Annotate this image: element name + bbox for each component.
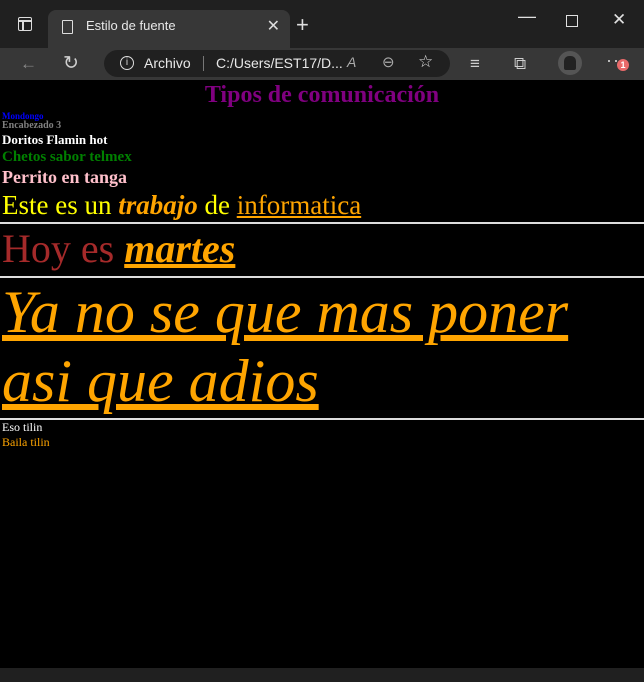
title-bar: Estilo de fuente ✕ + — ✕ <box>0 0 644 48</box>
underlined-text: informatica <box>236 190 362 220</box>
browser-toolbar: ← ↻ i Archivo C:/Users/EST17/D... A ⊖ ☆ … <box>0 48 644 80</box>
browser-tab[interactable]: Estilo de fuente ✕ <box>48 10 290 48</box>
maximize-button[interactable] <box>566 15 578 27</box>
small-text-1: Eso tilin <box>2 420 43 434</box>
favorites-icon[interactable]: ≡ <box>470 54 480 74</box>
heading-2: Perrito en tanga <box>2 167 127 187</box>
emphasis-text: trabajo <box>118 190 198 220</box>
paragraph-trabajo: Este es un trabajo de informatica <box>2 190 644 220</box>
notification-badge: 1 <box>617 59 629 71</box>
new-tab-button[interactable]: + <box>296 12 309 38</box>
refresh-button[interactable]: ↻ <box>63 52 79 75</box>
close-window-button[interactable]: ✕ <box>612 10 626 30</box>
heading-6: Mondongo <box>2 111 44 121</box>
heading-4: Doritos Flamin hot <box>2 132 108 147</box>
tab-title: Estilo de fuente <box>86 18 176 33</box>
address-divider <box>203 56 204 71</box>
heading-3: Chetos sabor telmex <box>2 149 132 165</box>
heading-5: Encabezado 3 <box>2 120 62 131</box>
collections-icon[interactable]: ⧉ <box>514 54 526 74</box>
paragraph-text: Hoy es <box>2 226 125 271</box>
profile-avatar[interactable] <box>558 51 582 75</box>
page-viewport: Tipos de comunicación Mondongo Encabezad… <box>0 80 644 668</box>
paragraph-adios: Ya no se que mas poner asi que adios <box>2 279 569 414</box>
page-content: Tipos de comunicación Mondongo Encabezad… <box>0 80 644 450</box>
paragraph-text: de <box>197 190 237 220</box>
small-text-2: Baila tilin <box>2 435 50 449</box>
heading-1: Tipos de comunicación <box>204 82 440 108</box>
add-favorite-icon[interactable]: ☆ <box>418 52 433 72</box>
paragraph-martes: Hoy es martes <box>2 224 644 274</box>
tab-actions-icon[interactable] <box>18 17 32 31</box>
zoom-icon[interactable]: ⊖ <box>382 53 395 71</box>
info-icon[interactable]: i <box>120 56 134 70</box>
address-url[interactable]: C:/Users/EST17/D... <box>216 55 343 71</box>
emphasis-text: martes <box>124 226 236 271</box>
page-icon <box>62 20 73 34</box>
address-bar[interactable]: i Archivo C:/Users/EST17/D... A ⊖ ☆ <box>104 50 450 77</box>
tab-close-icon[interactable]: ✕ <box>267 16 280 36</box>
minimize-button[interactable]: — <box>518 6 536 27</box>
back-button[interactable]: ← <box>20 54 37 74</box>
paragraph-text: Este es un <box>2 190 119 220</box>
address-label: Archivo <box>144 55 191 71</box>
read-aloud-icon[interactable]: A <box>347 54 356 70</box>
